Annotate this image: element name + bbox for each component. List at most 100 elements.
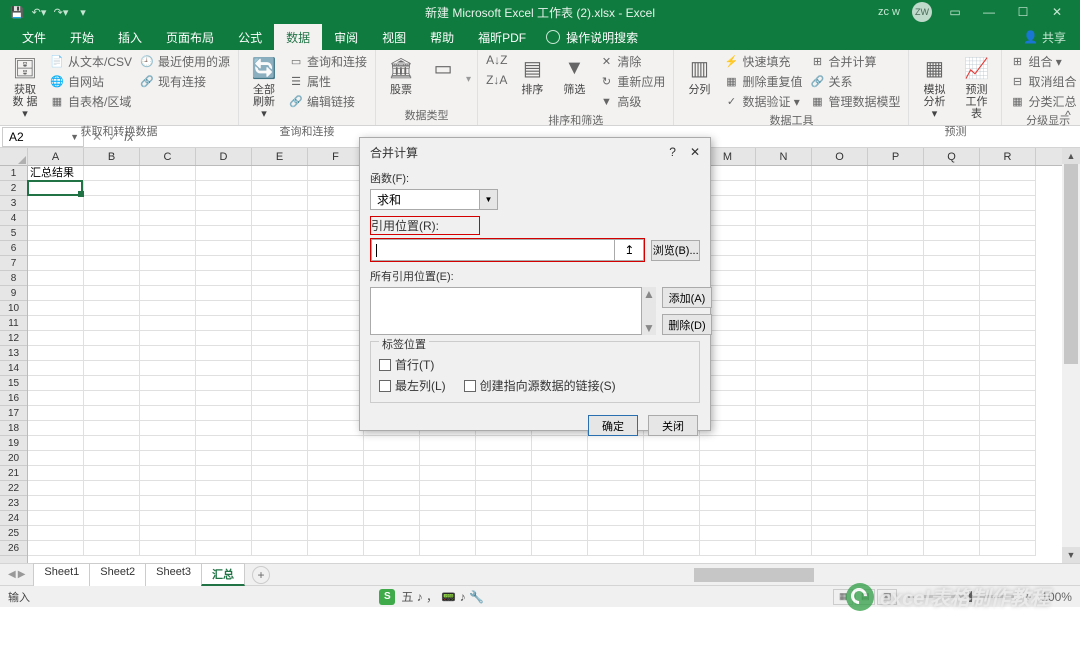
undo-icon[interactable]: ↶▾ [30, 3, 48, 21]
cell[interactable] [924, 226, 980, 241]
column-header[interactable]: R [980, 148, 1036, 165]
cell[interactable] [140, 346, 196, 361]
close-button[interactable]: 关闭 [648, 415, 698, 436]
cell[interactable] [140, 541, 196, 556]
cell[interactable] [28, 346, 84, 361]
cell[interactable] [140, 526, 196, 541]
cell[interactable] [252, 166, 308, 181]
cell[interactable] [644, 481, 700, 496]
cell[interactable] [308, 241, 364, 256]
cell[interactable] [364, 511, 420, 526]
cell[interactable] [756, 286, 812, 301]
cell[interactable] [28, 421, 84, 436]
add-sheet-button[interactable]: + [252, 566, 270, 584]
cell[interactable] [924, 541, 980, 556]
cell[interactable] [924, 211, 980, 226]
cell[interactable] [28, 376, 84, 391]
cell[interactable] [868, 466, 924, 481]
cell[interactable] [196, 196, 252, 211]
cell[interactable] [812, 361, 868, 376]
cell[interactable] [84, 421, 140, 436]
cell[interactable] [252, 526, 308, 541]
cell[interactable] [28, 451, 84, 466]
cell[interactable] [924, 286, 980, 301]
text-to-columns[interactable]: ▥分列 [680, 52, 718, 98]
list-scrollbar[interactable]: ▲▼ [642, 287, 656, 335]
cell[interactable] [588, 466, 644, 481]
cell[interactable] [84, 406, 140, 421]
cell[interactable] [756, 271, 812, 286]
cell[interactable] [140, 226, 196, 241]
cell[interactable] [252, 421, 308, 436]
cell[interactable] [924, 436, 980, 451]
cell[interactable] [28, 391, 84, 406]
cell[interactable] [924, 406, 980, 421]
cell[interactable] [28, 526, 84, 541]
left-col-checkbox[interactable]: 最左列(L) [379, 377, 446, 394]
cell[interactable] [924, 466, 980, 481]
cell[interactable] [980, 286, 1036, 301]
column-header[interactable]: F [308, 148, 364, 165]
row-header[interactable]: 26 [0, 541, 27, 556]
range-picker-icon[interactable]: ↥ [614, 239, 644, 261]
row-header[interactable]: 22 [0, 481, 27, 496]
cell[interactable] [924, 301, 980, 316]
cell[interactable] [812, 421, 868, 436]
sheet-tab-summary[interactable]: 汇总 [201, 563, 245, 586]
row-header[interactable]: 23 [0, 496, 27, 511]
column-header[interactable]: N [756, 148, 812, 165]
cell[interactable] [140, 271, 196, 286]
cell[interactable] [476, 496, 532, 511]
cell[interactable] [308, 196, 364, 211]
cell[interactable] [252, 301, 308, 316]
cell[interactable] [756, 361, 812, 376]
cell[interactable] [980, 526, 1036, 541]
cell[interactable] [140, 301, 196, 316]
cell[interactable] [196, 406, 252, 421]
cell[interactable] [140, 286, 196, 301]
cell[interactable] [308, 511, 364, 526]
cell[interactable] [252, 451, 308, 466]
row-header[interactable]: 12 [0, 331, 27, 346]
cell[interactable] [812, 241, 868, 256]
flash-fill[interactable]: ⚡快速填充 [722, 52, 804, 71]
cell[interactable] [924, 451, 980, 466]
row-header[interactable]: 20 [0, 451, 27, 466]
cell[interactable] [924, 271, 980, 286]
cell[interactable] [756, 346, 812, 361]
cell[interactable] [420, 526, 476, 541]
row-header[interactable]: 6 [0, 241, 27, 256]
cell[interactable] [84, 541, 140, 556]
data-model[interactable]: ▦管理数据模型 [808, 92, 902, 111]
select-all-corner[interactable] [0, 148, 28, 166]
cell[interactable] [420, 511, 476, 526]
cell[interactable] [196, 391, 252, 406]
cell[interactable] [308, 271, 364, 286]
cell[interactable] [308, 451, 364, 466]
cell[interactable] [924, 526, 980, 541]
cell[interactable] [196, 511, 252, 526]
cell[interactable] [756, 181, 812, 196]
cell[interactable] [924, 361, 980, 376]
from-table[interactable]: ▦自表格/区域 [48, 92, 134, 111]
tab-view[interactable]: 视图 [370, 24, 418, 50]
cell[interactable] [84, 481, 140, 496]
cell[interactable] [364, 481, 420, 496]
cell[interactable] [868, 181, 924, 196]
cell[interactable] [980, 466, 1036, 481]
cell[interactable] [140, 331, 196, 346]
cell[interactable] [84, 286, 140, 301]
cell[interactable] [868, 361, 924, 376]
vertical-scrollbar[interactable]: ▲ ▼ [1062, 148, 1080, 563]
cell[interactable] [980, 181, 1036, 196]
cell[interactable] [196, 496, 252, 511]
cell[interactable] [308, 406, 364, 421]
consolidate[interactable]: ⊞合并计算 [808, 52, 902, 71]
cell[interactable] [28, 436, 84, 451]
cell[interactable] [140, 376, 196, 391]
cell[interactable] [812, 256, 868, 271]
tab-home[interactable]: 开始 [58, 24, 106, 50]
cell[interactable] [644, 496, 700, 511]
cell[interactable] [196, 181, 252, 196]
cell[interactable] [252, 286, 308, 301]
